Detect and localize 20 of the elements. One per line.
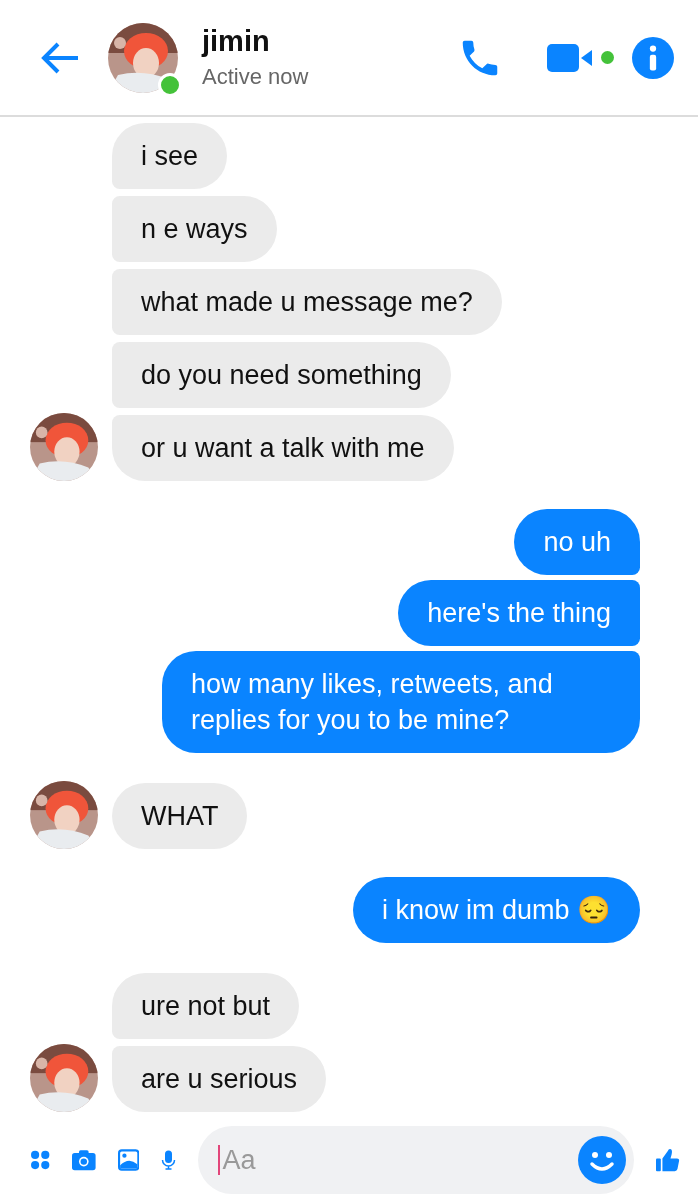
message-bubble: no uh — [514, 509, 640, 575]
online-dot — [601, 51, 614, 64]
contact-status: Active now — [202, 64, 309, 90]
contact-name: jimin — [202, 25, 271, 58]
message-bubble: how many likes, retweets, and replies for you to be mine? — [162, 651, 640, 753]
message-bubble: WHAT — [112, 783, 248, 849]
emoji-icon[interactable] — [578, 1136, 627, 1184]
message-bubble: n e ways — [112, 196, 277, 262]
message-bubble: here's the thing — [398, 580, 640, 646]
back-icon[interactable] — [40, 40, 80, 75]
message-input[interactable]: Aa — [220, 1143, 579, 1177]
message-bubble: are u serious — [112, 1046, 327, 1112]
message-bubble: or u want a talk with me — [112, 415, 454, 481]
message-field[interactable]: Aa — [198, 1126, 635, 1194]
message-bubble: i know im dumb 😔 — [352, 877, 640, 943]
message-bubble: i see — [112, 123, 228, 189]
message-bubble: what made u message me? — [112, 269, 502, 335]
message-bubble: ure not but — [112, 973, 300, 1039]
info-icon[interactable] — [632, 36, 674, 79]
message-bubble: do you need something — [112, 342, 451, 408]
